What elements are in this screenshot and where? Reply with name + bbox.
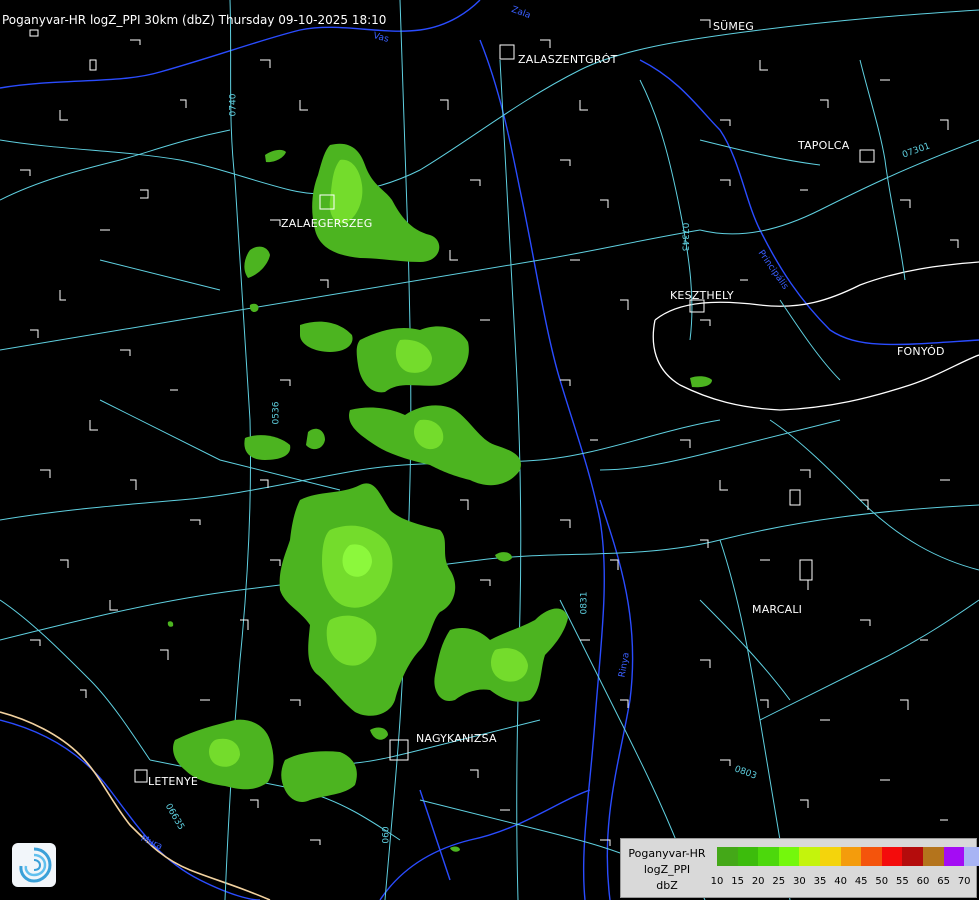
legend-unit: dbZ <box>656 879 678 892</box>
city-label-nagykanizsa: NAGYKANIZSA <box>416 732 497 745</box>
city-label-letenye: LETENYE <box>148 775 199 788</box>
city-label-fonyod: FONYÓD <box>897 345 945 358</box>
city-label-sumeg: SÜMEG <box>713 20 754 33</box>
swirl-icon <box>19 847 52 883</box>
city-label-marcali: MARCALI <box>752 603 803 616</box>
legend-swatch <box>799 847 820 866</box>
legend-product-name: logZ_PPI <box>643 863 691 876</box>
radar-map <box>0 0 979 900</box>
road-label: 0536 <box>271 401 282 425</box>
road-label: 07343 <box>679 222 690 252</box>
road-label: 0831 <box>579 591 590 615</box>
legend-swatch <box>964 847 979 866</box>
map-title: Poganyvar-HR logZ_PPI 30km (dbZ) Thursda… <box>2 13 387 27</box>
legend-swatch <box>717 847 738 866</box>
road-label: 0740 <box>228 93 239 117</box>
legend-swatch <box>943 847 965 866</box>
legend-swatch <box>902 847 923 866</box>
city-label-zalaegerszeg: ZALAEGERSZEG <box>281 217 373 230</box>
legend-swatch <box>923 847 944 866</box>
legend-swatch <box>840 847 862 866</box>
legend-title: Poganyvar-HR logZ_PPI dbZ <box>624 846 710 894</box>
legend-swatch <box>861 847 882 866</box>
road-label: 060 <box>381 826 392 844</box>
legend-radar-name: Poganyvar-HR <box>628 847 706 860</box>
legend-swatch <box>737 847 759 866</box>
city-label-tapolca: TAPOLCA <box>798 139 850 152</box>
legend-tick-label: 70 <box>957 876 971 887</box>
legend-swatch <box>778 847 800 866</box>
city-label-keszthely: KESZTHELY <box>670 289 734 302</box>
legend-swatch <box>820 847 841 866</box>
city-label-zalaszentgrot: ZALASZENTGRÓT <box>518 53 618 66</box>
legend-swatch <box>758 847 779 866</box>
dbz-legend: Poganyvar-HR logZ_PPI dbZ 10 15 20 25 30 35 40… <box>620 838 979 898</box>
legend-swatch <box>881 847 903 866</box>
met-service-logo <box>12 843 56 887</box>
